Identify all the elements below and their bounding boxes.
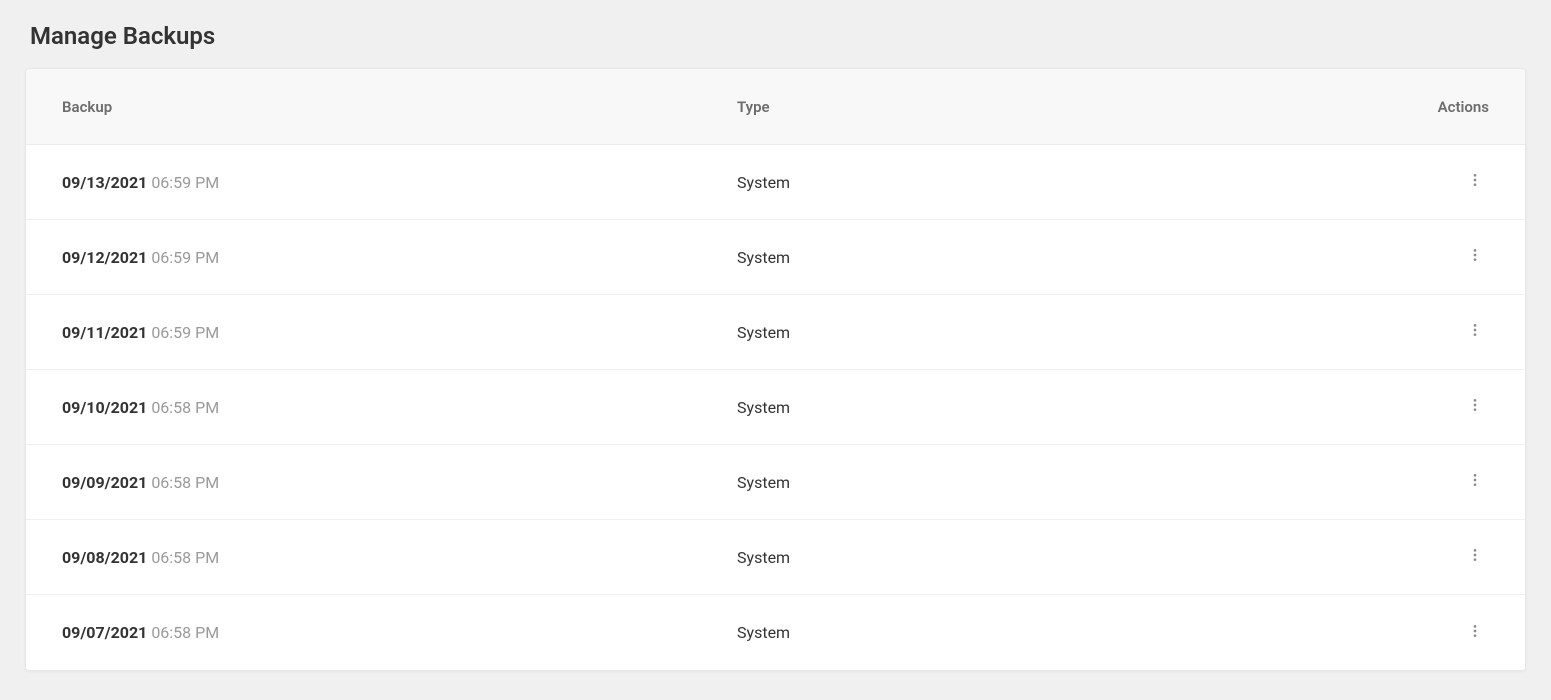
table-row: 09/12/202106:59 PMSystem: [26, 220, 1525, 295]
table-row: 09/07/202106:58 PMSystem: [26, 595, 1525, 670]
backup-date: 09/12/2021: [62, 248, 147, 267]
backup-date: 09/07/2021: [62, 623, 147, 642]
cell-actions: [1409, 468, 1489, 496]
cell-actions: [1409, 168, 1489, 196]
backup-time: 06:58 PM: [151, 548, 219, 567]
cell-backup: 09/13/202106:59 PM: [62, 173, 737, 192]
backup-time: 06:59 PM: [151, 323, 219, 342]
table-row: 09/11/202106:59 PMSystem: [26, 295, 1525, 370]
header-backup: Backup: [62, 98, 737, 116]
backup-date: 09/10/2021: [62, 398, 147, 417]
backup-time: 06:58 PM: [151, 398, 219, 417]
cell-type: System: [737, 473, 1409, 492]
backup-time: 06:58 PM: [151, 623, 219, 642]
cell-actions: [1409, 393, 1489, 421]
cell-type: System: [737, 548, 1409, 567]
cell-type: System: [737, 248, 1409, 267]
cell-backup: 09/07/202106:58 PM: [62, 623, 737, 642]
backup-date: 09/08/2021: [62, 548, 147, 567]
table-row: 09/10/202106:58 PMSystem: [26, 370, 1525, 445]
backup-type: System: [737, 173, 790, 192]
header-actions: Actions: [1409, 98, 1489, 116]
kebab-icon: [1467, 623, 1483, 643]
backup-type: System: [737, 248, 790, 267]
kebab-icon: [1467, 172, 1483, 192]
backup-time: 06:59 PM: [151, 173, 219, 192]
backup-type: System: [737, 473, 790, 492]
cell-type: System: [737, 173, 1409, 192]
row-actions-button[interactable]: [1461, 619, 1489, 647]
backup-date: 09/11/2021: [62, 323, 147, 342]
kebab-icon: [1467, 322, 1483, 342]
table-row: 09/08/202106:58 PMSystem: [26, 520, 1525, 595]
backup-date: 09/09/2021: [62, 473, 147, 492]
cell-actions: [1409, 243, 1489, 271]
kebab-icon: [1467, 472, 1483, 492]
cell-type: System: [737, 398, 1409, 417]
backup-type: System: [737, 623, 790, 642]
row-actions-button[interactable]: [1461, 468, 1489, 496]
cell-backup: 09/10/202106:58 PM: [62, 398, 737, 417]
cell-actions: [1409, 318, 1489, 346]
cell-actions: [1409, 543, 1489, 571]
cell-type: System: [737, 323, 1409, 342]
backup-date: 09/13/2021: [62, 173, 147, 192]
cell-backup: 09/08/202106:58 PM: [62, 548, 737, 567]
cell-backup: 09/11/202106:59 PM: [62, 323, 737, 342]
backup-type: System: [737, 548, 790, 567]
row-actions-button[interactable]: [1461, 318, 1489, 346]
table-header: Backup Type Actions: [26, 69, 1525, 145]
page-title: Manage Backups: [0, 0, 1551, 50]
table-row: 09/13/202106:59 PMSystem: [26, 145, 1525, 220]
row-actions-button[interactable]: [1461, 543, 1489, 571]
kebab-icon: [1467, 247, 1483, 267]
table-row: 09/09/202106:58 PMSystem: [26, 445, 1525, 520]
cell-type: System: [737, 623, 1409, 642]
backup-time: 06:59 PM: [151, 248, 219, 267]
backups-card: Backup Type Actions 09/13/202106:59 PMSy…: [25, 68, 1526, 671]
row-actions-button[interactable]: [1461, 168, 1489, 196]
backup-type: System: [737, 323, 790, 342]
cell-actions: [1409, 619, 1489, 647]
header-type: Type: [737, 98, 1409, 116]
row-actions-button[interactable]: [1461, 243, 1489, 271]
row-actions-button[interactable]: [1461, 393, 1489, 421]
kebab-icon: [1467, 547, 1483, 567]
cell-backup: 09/12/202106:59 PM: [62, 248, 737, 267]
backup-type: System: [737, 398, 790, 417]
backup-time: 06:58 PM: [151, 473, 219, 492]
cell-backup: 09/09/202106:58 PM: [62, 473, 737, 492]
table-body: 09/13/202106:59 PMSystem09/12/202106:59 …: [26, 145, 1525, 670]
kebab-icon: [1467, 397, 1483, 417]
